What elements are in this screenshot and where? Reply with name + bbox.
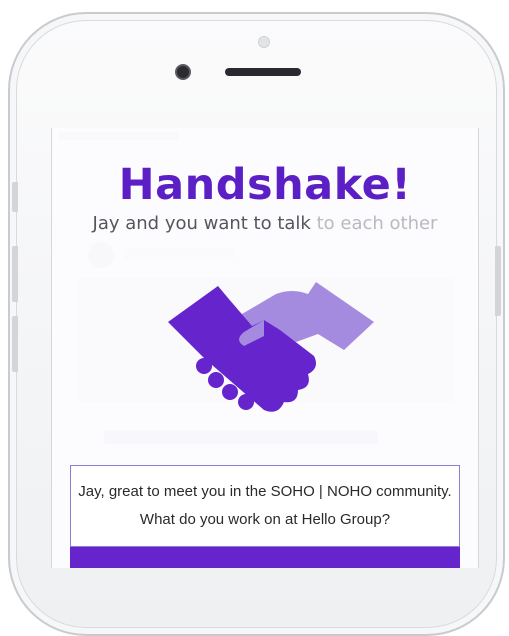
handshake-icon xyxy=(168,282,374,412)
handshake-title: Handshake! xyxy=(118,160,412,210)
mute-switch xyxy=(12,182,18,212)
volume-down-button xyxy=(12,316,18,372)
phone-screen: Handshake! Jay and you want to talk to e… xyxy=(51,128,479,568)
volume-up-button xyxy=(12,246,18,302)
front-camera-icon xyxy=(177,66,189,78)
power-button xyxy=(495,246,501,316)
handshake-subtitle: Jay and you want to talk to each other xyxy=(52,213,478,234)
icebreaker-message[interactable]: Jay, great to meet you in the SOHO | NOH… xyxy=(70,465,460,547)
proximity-sensor xyxy=(258,36,270,48)
earpiece-speaker xyxy=(225,68,301,76)
subtitle-faded-text: to each other xyxy=(316,213,438,234)
subtitle-text: Jay and you want to talk xyxy=(92,213,317,234)
